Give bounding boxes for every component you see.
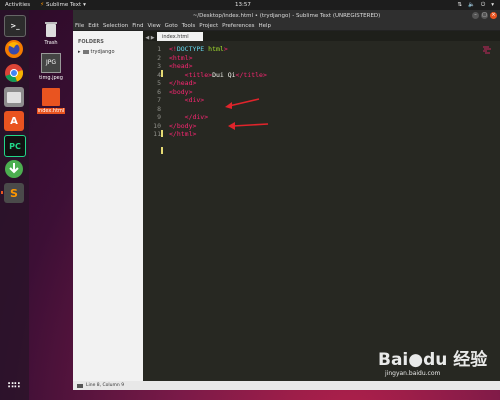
html-desktop-icon[interactable]: index.html xyxy=(36,88,66,114)
menu-find[interactable]: Find xyxy=(132,23,143,29)
line-number: 4 xyxy=(157,70,161,79)
code-line: <title>Dui Qi</title> xyxy=(184,70,267,79)
line-number: 11 xyxy=(153,130,161,138)
menu-bar: File Edit Selection Find View Goto Tools… xyxy=(73,21,500,31)
menu-tools[interactable]: Tools xyxy=(182,23,196,29)
line-number: 9 xyxy=(157,113,161,121)
line-number: 8 xyxy=(157,104,161,113)
clock[interactable]: 13:57 xyxy=(235,2,251,8)
sidebar-folder-trydjango[interactable]: ▸ trydjango xyxy=(78,49,143,55)
chevron-down-icon: ▾ xyxy=(83,2,86,8)
close-icon[interactable]: × xyxy=(490,12,497,19)
show-apps-icon[interactable]: ∷∷ xyxy=(4,376,24,396)
image-file-icon: JPG xyxy=(41,53,61,73)
code-line: </html> xyxy=(169,130,197,138)
window-title: ~/Desktop/index.html • (trydjango) - Sub… xyxy=(192,12,381,19)
window-titlebar[interactable]: ~/Desktop/index.html • (trydjango) - Sub… xyxy=(73,10,500,21)
top-bar: Activities ⚡ Sublime Text ▾ 13:57 ⇅ 🔈 ⏻ … xyxy=(0,0,500,10)
menu-goto[interactable]: Goto xyxy=(165,23,178,29)
folder-label: trydjango xyxy=(90,49,115,55)
modified-line-marker xyxy=(161,130,163,137)
maximize-icon[interactable]: □ xyxy=(481,12,488,19)
code-line: <!DOCTYPE html> xyxy=(169,45,228,53)
pycharm-icon[interactable]: PC xyxy=(4,135,26,157)
status-bar: Line 8, Column 9 xyxy=(73,381,500,390)
editor[interactable]: ◀ ▶ index.html 1 2 3 4 5 6 7 8 9 10 11 <… xyxy=(143,31,500,381)
sublime-text-icon[interactable]: S xyxy=(1,183,24,203)
line-number: 3 xyxy=(157,62,161,70)
minimize-icon[interactable]: – xyxy=(472,12,479,19)
baidu-watermark: Bai●du 经验 jingyan.baidu.com xyxy=(378,345,487,377)
software-icon[interactable]: A xyxy=(4,111,24,131)
line-number: 7 xyxy=(157,96,161,104)
tab-label: index.html xyxy=(162,33,189,40)
app-menu[interactable]: ⚡ Sublime Text ▾ xyxy=(40,2,86,8)
line-number: 5 xyxy=(157,79,161,87)
trash-icon xyxy=(42,20,60,38)
sublime-small-icon: ⚡ xyxy=(40,2,44,8)
line-number: 1 xyxy=(157,45,161,53)
jpeg-label: timg.jpeg xyxy=(39,75,63,81)
activities-button[interactable]: Activities xyxy=(5,2,30,8)
line-number: 10 xyxy=(153,121,161,130)
annotation-arrow-icon xyxy=(228,122,269,130)
terminal-icon[interactable]: >_ xyxy=(4,15,26,37)
menu-edit[interactable]: Edit xyxy=(88,23,99,29)
sidebar: FOLDERS ▸ trydjango xyxy=(73,31,143,381)
app-menu-label: Sublime Text xyxy=(45,2,82,8)
baidu-logo: Bai●du 经验 xyxy=(378,350,488,370)
line-number-gutter: 1 2 3 4 5 6 7 8 9 10 11 xyxy=(143,45,161,139)
menu-selection[interactable]: Selection xyxy=(103,23,128,29)
network-icon: ⇅ xyxy=(457,2,463,8)
cursor-position: Line 8, Column 9 xyxy=(86,383,125,388)
modified-line-marker xyxy=(161,147,163,154)
tab-bar: ◀ ▶ index.html xyxy=(143,31,500,41)
tab-index-html[interactable]: index.html xyxy=(157,32,203,41)
minimap[interactable] xyxy=(482,45,492,55)
chrome-icon[interactable] xyxy=(4,63,24,83)
code-line: <body> xyxy=(169,87,193,96)
trash-label: Trash xyxy=(44,40,58,46)
folder-icon xyxy=(82,50,89,54)
files-icon[interactable] xyxy=(4,87,24,107)
jpeg-desktop-icon[interactable]: JPG timg.jpeg xyxy=(36,53,66,81)
dock: >_ A PC S ∷∷ xyxy=(0,10,29,400)
baidu-url: jingyan.baidu.com xyxy=(385,370,441,377)
folders-header: FOLDERS xyxy=(78,39,104,45)
code-line: <html> xyxy=(169,53,193,62)
annotation-arrow-icon xyxy=(225,98,260,109)
menu-preferences[interactable]: Preferences xyxy=(222,23,254,29)
line-number: 2 xyxy=(157,53,161,62)
update-icon[interactable] xyxy=(4,159,24,179)
chevron-down-icon: ▾ xyxy=(491,2,494,8)
menu-view[interactable]: View xyxy=(148,23,161,29)
power-icon: ⏻ xyxy=(480,1,486,8)
modified-line-marker xyxy=(161,70,163,77)
panel-toggle-icon[interactable] xyxy=(77,383,83,388)
menu-file[interactable]: File xyxy=(75,23,84,29)
chevron-right-icon: ▸ xyxy=(78,49,81,55)
firefox-icon[interactable] xyxy=(4,39,24,59)
menu-help[interactable]: Help xyxy=(258,23,271,29)
line-number: 6 xyxy=(157,87,161,96)
tab-nav-icon[interactable]: ◀ ▶ xyxy=(143,35,157,41)
menu-project[interactable]: Project xyxy=(199,23,218,29)
trash-desktop-icon[interactable]: Trash xyxy=(36,20,66,46)
html-file-icon xyxy=(42,88,60,106)
sublime-window: ~/Desktop/index.html • (trydjango) - Sub… xyxy=(73,10,500,390)
volume-icon: 🔈 xyxy=(468,2,475,8)
system-tray[interactable]: ⇅ 🔈 ⏻ ▾ xyxy=(457,2,494,9)
code-line: <head> xyxy=(169,62,193,70)
code-line: </head> xyxy=(169,79,197,87)
html-label: index.html xyxy=(36,108,66,114)
